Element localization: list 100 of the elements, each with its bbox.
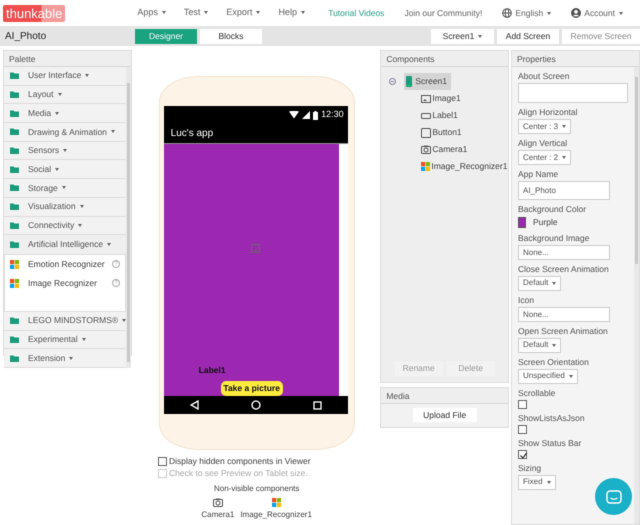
tree-item[interactable]: Button1 [421,126,462,139]
option-label: Display hidden components in Viewer [169,454,311,468]
take-picture-button[interactable]: Take a picture [220,381,283,396]
text-area-field[interactable] [518,83,628,103]
caret-icon [58,93,62,96]
account-menu[interactable]: Account [571,6,623,20]
option-label: Check to see Preview on Tablet size. [169,466,308,480]
tree-item[interactable]: Label1 [421,109,458,122]
label-text: Label1 [198,364,227,377]
panel-title: Media [381,388,508,404]
caret-icon [562,156,566,159]
property-label: Screen Orientation [518,356,590,367]
image-placeholder-icon [250,244,260,253]
upload-file-button[interactable]: Upload File [412,408,477,422]
caret-icon [62,186,66,190]
component-label: Image_Recognizer1 [240,509,312,521]
property-label: Background Color [518,204,588,214]
dropdown[interactable]: Default [518,276,562,291]
logo[interactable]: thunkable [3,4,66,22]
palette-category[interactable]: Storage [4,179,126,198]
palette-category[interactable]: Sensors [4,142,126,160]
nav-link[interactable]: Join our Community! [404,6,482,20]
dropdown[interactable]: Center : 2 [518,150,572,165]
palette-category[interactable]: Social [4,160,126,180]
palette-category[interactable]: Drawing & Animation [4,123,126,142]
caret-icon [562,124,566,128]
recents-icon [312,400,322,410]
tree-item[interactable]: Image_Recognizer1 [421,160,508,173]
color-name: Purple [533,216,558,229]
button-icon [421,128,432,138]
dropdown[interactable]: Unspecified [518,368,578,384]
camera-icon [421,145,432,154]
tree-item[interactable]: Image1 [421,92,461,105]
component-label: Camera1 [201,509,234,521]
caret-icon [300,11,305,14]
caret-icon [55,112,60,115]
caret-icon [69,356,74,360]
scrollbar[interactable] [126,67,131,368]
scrollbar[interactable] [634,67,639,524]
palette-category[interactable]: Connectivity [4,216,126,236]
language-menu[interactable]: English [502,6,552,20]
screen-button[interactable]: Add Screen [497,28,559,44]
property-label: Show Status Bar [518,438,582,448]
caret-icon [85,74,90,78]
home-icon [250,400,261,410]
tree-item[interactable]: Screen1 [404,73,452,90]
menu-link[interactable]: Apps [137,6,166,20]
input-field[interactable]: None... [518,244,610,260]
color-swatch[interactable] [518,216,526,228]
palette-category[interactable]: User Interface [4,67,126,86]
tree-item[interactable]: Camera1 [421,143,468,156]
palette-category[interactable]: Layout [4,86,126,104]
dropdown[interactable]: Fixed [518,474,556,490]
caret-icon [546,480,551,484]
palette-category[interactable]: LEGO MINDSTORMS® [4,312,126,331]
dropdown[interactable]: Center : 3 [518,119,572,134]
property-label: ShowListsAsJson [518,412,586,423]
dropdown[interactable]: Default [518,338,562,353]
palette-category[interactable]: Visualization [4,198,126,216]
checkbox[interactable] [518,450,527,459]
checkbox[interactable] [158,456,167,466]
property-label: Align Horizontal [518,107,579,117]
four-squares-icon [10,260,19,269]
property-label: Scrollable [518,388,556,398]
caret-icon [552,344,556,347]
checkbox[interactable] [518,424,527,434]
property-label: Open Screen Animation [518,326,609,336]
palette-category[interactable]: Extension [4,349,126,368]
property-label: App Name [518,169,560,179]
globe-icon [502,8,512,18]
menu-link[interactable]: Export [226,6,260,20]
caret-icon [107,243,112,246]
battery-icon [313,110,318,120]
caret-icon [80,205,84,208]
status-time: 12:30 [321,108,344,122]
caret-icon [478,34,482,38]
wifi-icon [289,111,300,119]
caret-icon [552,282,556,285]
four-squares-icon [421,162,430,171]
menu-link[interactable]: Help [278,6,305,20]
caret-icon [110,130,115,134]
phone-icon [406,76,412,87]
checkbox[interactable] [518,400,527,409]
caret-icon [619,12,623,15]
caret-icon [78,224,82,227]
property-label: About Screen [518,71,571,81]
property-label: Sizing [518,462,542,473]
property-label: Background Image [518,232,590,243]
chat-icon [606,490,622,504]
screen-dropdown[interactable]: Screen1 [431,28,494,44]
input-field[interactable]: AI_Photo [518,181,610,200]
back-icon [190,400,199,410]
palette-category[interactable]: Experimental [4,330,126,350]
menu-link[interactable]: Test [184,6,208,20]
caret-icon [63,149,68,152]
caret-icon [162,11,166,14]
palette-category[interactable]: Media [4,104,126,124]
input-field[interactable]: None... [518,306,610,322]
caret-icon [568,374,573,378]
tab[interactable]: Blocks [200,28,262,44]
